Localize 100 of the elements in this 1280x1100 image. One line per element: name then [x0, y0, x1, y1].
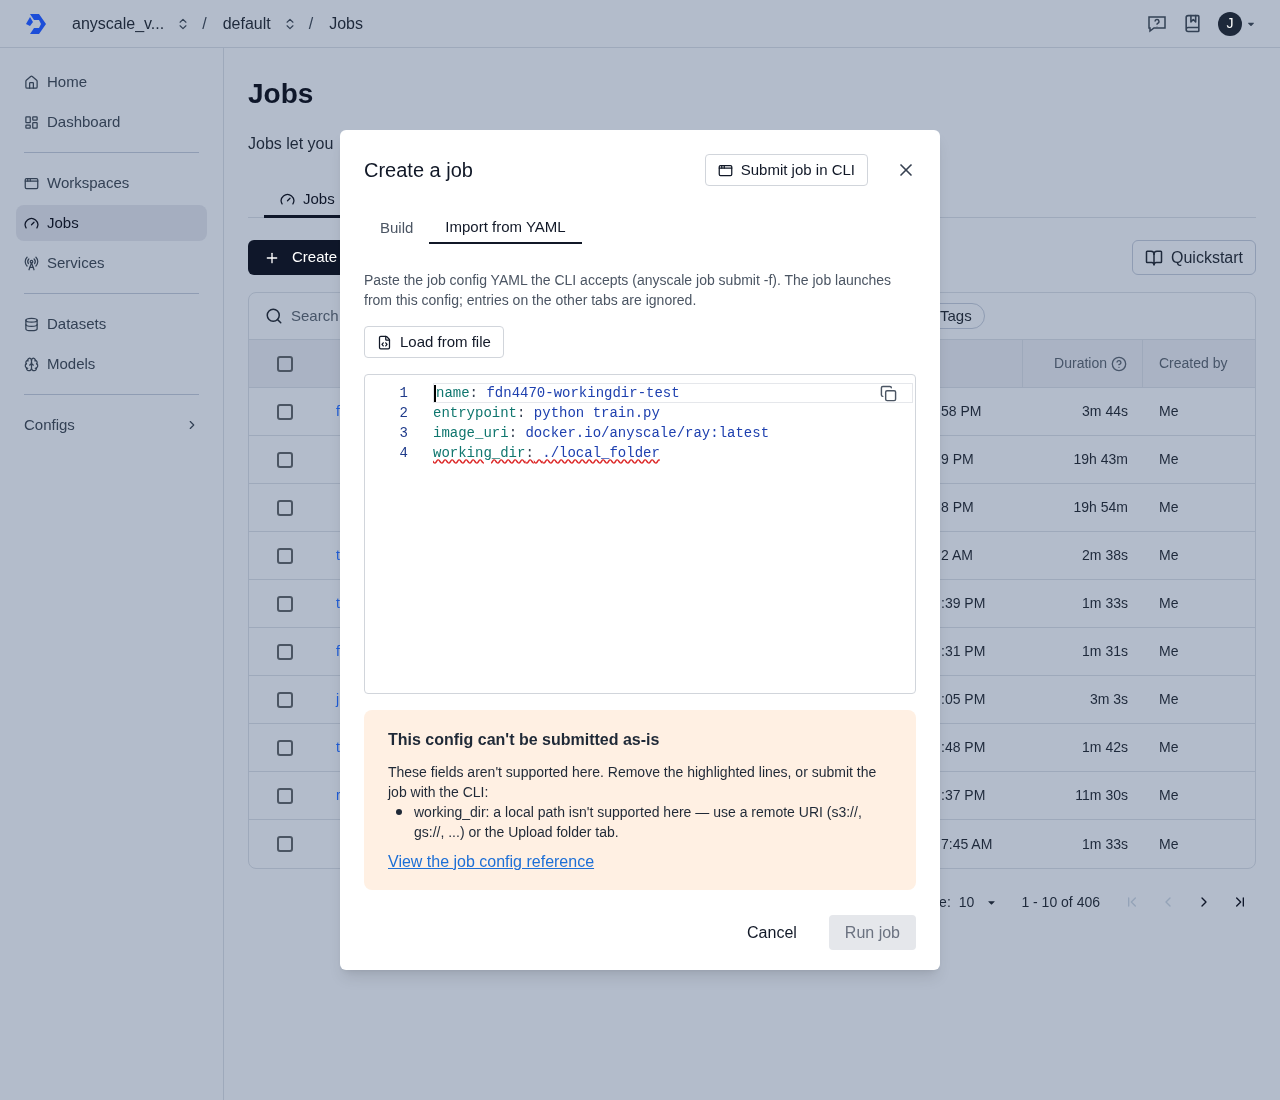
submit-cli-button[interactable]: Submit job in CLI	[704, 154, 868, 186]
book-icon	[1145, 248, 1163, 267]
table-cell-text: Me	[1159, 594, 1179, 613]
breadcrumb-link[interactable]: anyscale_v...	[68, 11, 169, 36]
search-field[interactable]: Search	[291, 304, 339, 328]
warning-title: This config can't be submitted as-is	[388, 730, 661, 750]
table-cell-text: 2 AM	[941, 546, 973, 565]
search-icon	[265, 307, 283, 325]
page-size-label: e:	[939, 892, 951, 912]
table-cell-text: 7:45 AM	[941, 834, 993, 854]
table-cell-text: Me	[1159, 786, 1179, 805]
sidebar-item[interactable]: Datasets	[16, 306, 207, 342]
checkbox[interactable]	[277, 499, 293, 516]
window-icon	[24, 175, 39, 191]
table-cell-text: 1m 42s	[1082, 738, 1128, 757]
page-title: Jobs	[248, 77, 315, 111]
table-cell-text: Me	[1159, 402, 1179, 421]
dialog-description: Paste the job config YAML the CLI accepts (anyscale job submit -f). The job launches from this config; entries on the other tabs are ignored.	[364, 271, 893, 310]
table-cell-text: Me	[1159, 690, 1179, 709]
gauge-icon	[280, 192, 295, 207]
column-header: Created by	[1159, 354, 1228, 373]
checkbox[interactable]	[277, 547, 293, 564]
help-icon[interactable]	[1147, 13, 1167, 34]
table-cell-text: Me	[1159, 834, 1179, 854]
checkbox[interactable]	[277, 691, 293, 708]
checkbox[interactable]	[277, 787, 293, 804]
table-cell-text: Me	[1159, 498, 1179, 517]
antenna-icon	[24, 255, 39, 271]
page-size-select[interactable]: 10	[958, 891, 998, 913]
warning-item: working_dir: a local path isn't supported here — use a remote URI (s3://, gs://, ...) or the Upload folder tab.	[414, 803, 863, 842]
breadcrumb-link[interactable]: Jobs	[325, 11, 367, 36]
checkbox[interactable]	[277, 643, 293, 660]
table-cell-text: Me	[1159, 546, 1179, 565]
cancel-button[interactable]: Cancel	[747, 920, 797, 945]
table-cell-text: Me	[1159, 738, 1179, 757]
quickstart-button[interactable]: Quickstart	[1132, 240, 1256, 275]
database-icon	[24, 316, 39, 332]
table-cell-text: :37 PM	[941, 786, 986, 805]
job-name-link[interactable]: f	[336, 401, 340, 422]
line-number: 1	[398, 383, 408, 403]
table-cell-text: 8 PM	[941, 498, 974, 517]
checkbox[interactable]	[277, 595, 293, 612]
file-icon	[377, 334, 392, 350]
page-description: Jobs let you	[248, 134, 335, 154]
code-line: image_uri: docker.io/anyscale/ray:latest	[433, 423, 770, 443]
checkbox[interactable]	[277, 403, 293, 420]
table-cell-text: 2m 38s	[1082, 546, 1128, 565]
table-cell-text: :05 PM	[941, 690, 986, 709]
page-range: 1 - 10 of 406	[1021, 892, 1100, 912]
copy-icon[interactable]	[880, 385, 897, 402]
table-cell-text: 19h 43m	[1073, 450, 1128, 469]
sidebar-item[interactable]: Services	[16, 245, 207, 281]
table-cell-text: :31 PM	[941, 642, 986, 661]
line-number: 3	[398, 423, 408, 443]
checkbox[interactable]	[277, 836, 293, 852]
load-file-button[interactable]: Load from file	[364, 326, 504, 358]
sidebar-item[interactable]: Configs	[16, 407, 207, 443]
table-cell-text: Me	[1159, 642, 1179, 661]
table-cell-text: 19h 54m	[1073, 498, 1128, 517]
table-cell-text: 3m 44s	[1082, 402, 1128, 421]
job-name-link[interactable]: t	[336, 737, 340, 758]
table-cell-text: 58 PM	[941, 402, 982, 421]
sidebar-item[interactable]: Jobs	[16, 205, 207, 241]
home-icon	[24, 74, 39, 90]
table-cell-text: 3m 3s	[1089, 690, 1128, 709]
dashboard-icon	[24, 114, 39, 130]
line-number: 2	[398, 403, 408, 423]
table-cell-text: 1m 33s	[1082, 594, 1128, 613]
sidebar-item[interactable]: Workspaces	[16, 165, 207, 201]
column-header: Duration	[1054, 354, 1107, 373]
table-cell-text: Me	[1159, 450, 1179, 469]
breadcrumb-separator: /	[308, 13, 314, 34]
user-avatar[interactable]: J	[1218, 11, 1242, 36]
code-line: name: fdn4470-workingdir-test	[436, 383, 680, 403]
sidebar-item[interactable]: Home	[16, 64, 207, 100]
config-reference-link[interactable]: View the job config reference	[388, 850, 595, 874]
logo-icon[interactable]	[24, 11, 48, 36]
code-line: working_dir: ./local_folder	[433, 443, 660, 463]
checkbox[interactable]	[277, 451, 293, 468]
breadcrumb-link[interactable]: default	[218, 11, 275, 36]
tab[interactable]: Import from YAML	[429, 212, 582, 244]
help-icon	[1111, 355, 1127, 372]
job-name-link[interactable]: t	[336, 593, 340, 614]
sidebar-item[interactable]: Models	[16, 346, 207, 382]
job-name-link[interactable]: f	[336, 641, 340, 662]
book-icon[interactable]	[1183, 14, 1202, 33]
code-line: entrypoint: python train.py	[433, 403, 660, 423]
tab[interactable]: Build	[364, 212, 430, 244]
checkbox[interactable]	[277, 739, 293, 756]
table-cell-text: :48 PM	[941, 738, 986, 757]
yaml-editor[interactable]: 1 name: fdn4470-workingdir-test 2 entrypoint: python train.py 3 image_uri: docker.io/anyscale/ray:latest 4 working_dir: ./local_folder	[364, 374, 916, 694]
job-name-link[interactable]: r	[336, 785, 341, 806]
table-cell-text: 1m 31s	[1082, 642, 1128, 661]
checkbox[interactable]	[277, 355, 293, 372]
job-name-link[interactable]: t	[336, 545, 340, 566]
window-icon	[717, 162, 733, 178]
table-cell-text: 9 PM	[941, 450, 974, 469]
table-cell-text: :39 PM	[941, 594, 986, 613]
sidebar-item[interactable]: Dashboard	[16, 104, 207, 140]
job-name-link[interactable]: j	[336, 689, 340, 710]
